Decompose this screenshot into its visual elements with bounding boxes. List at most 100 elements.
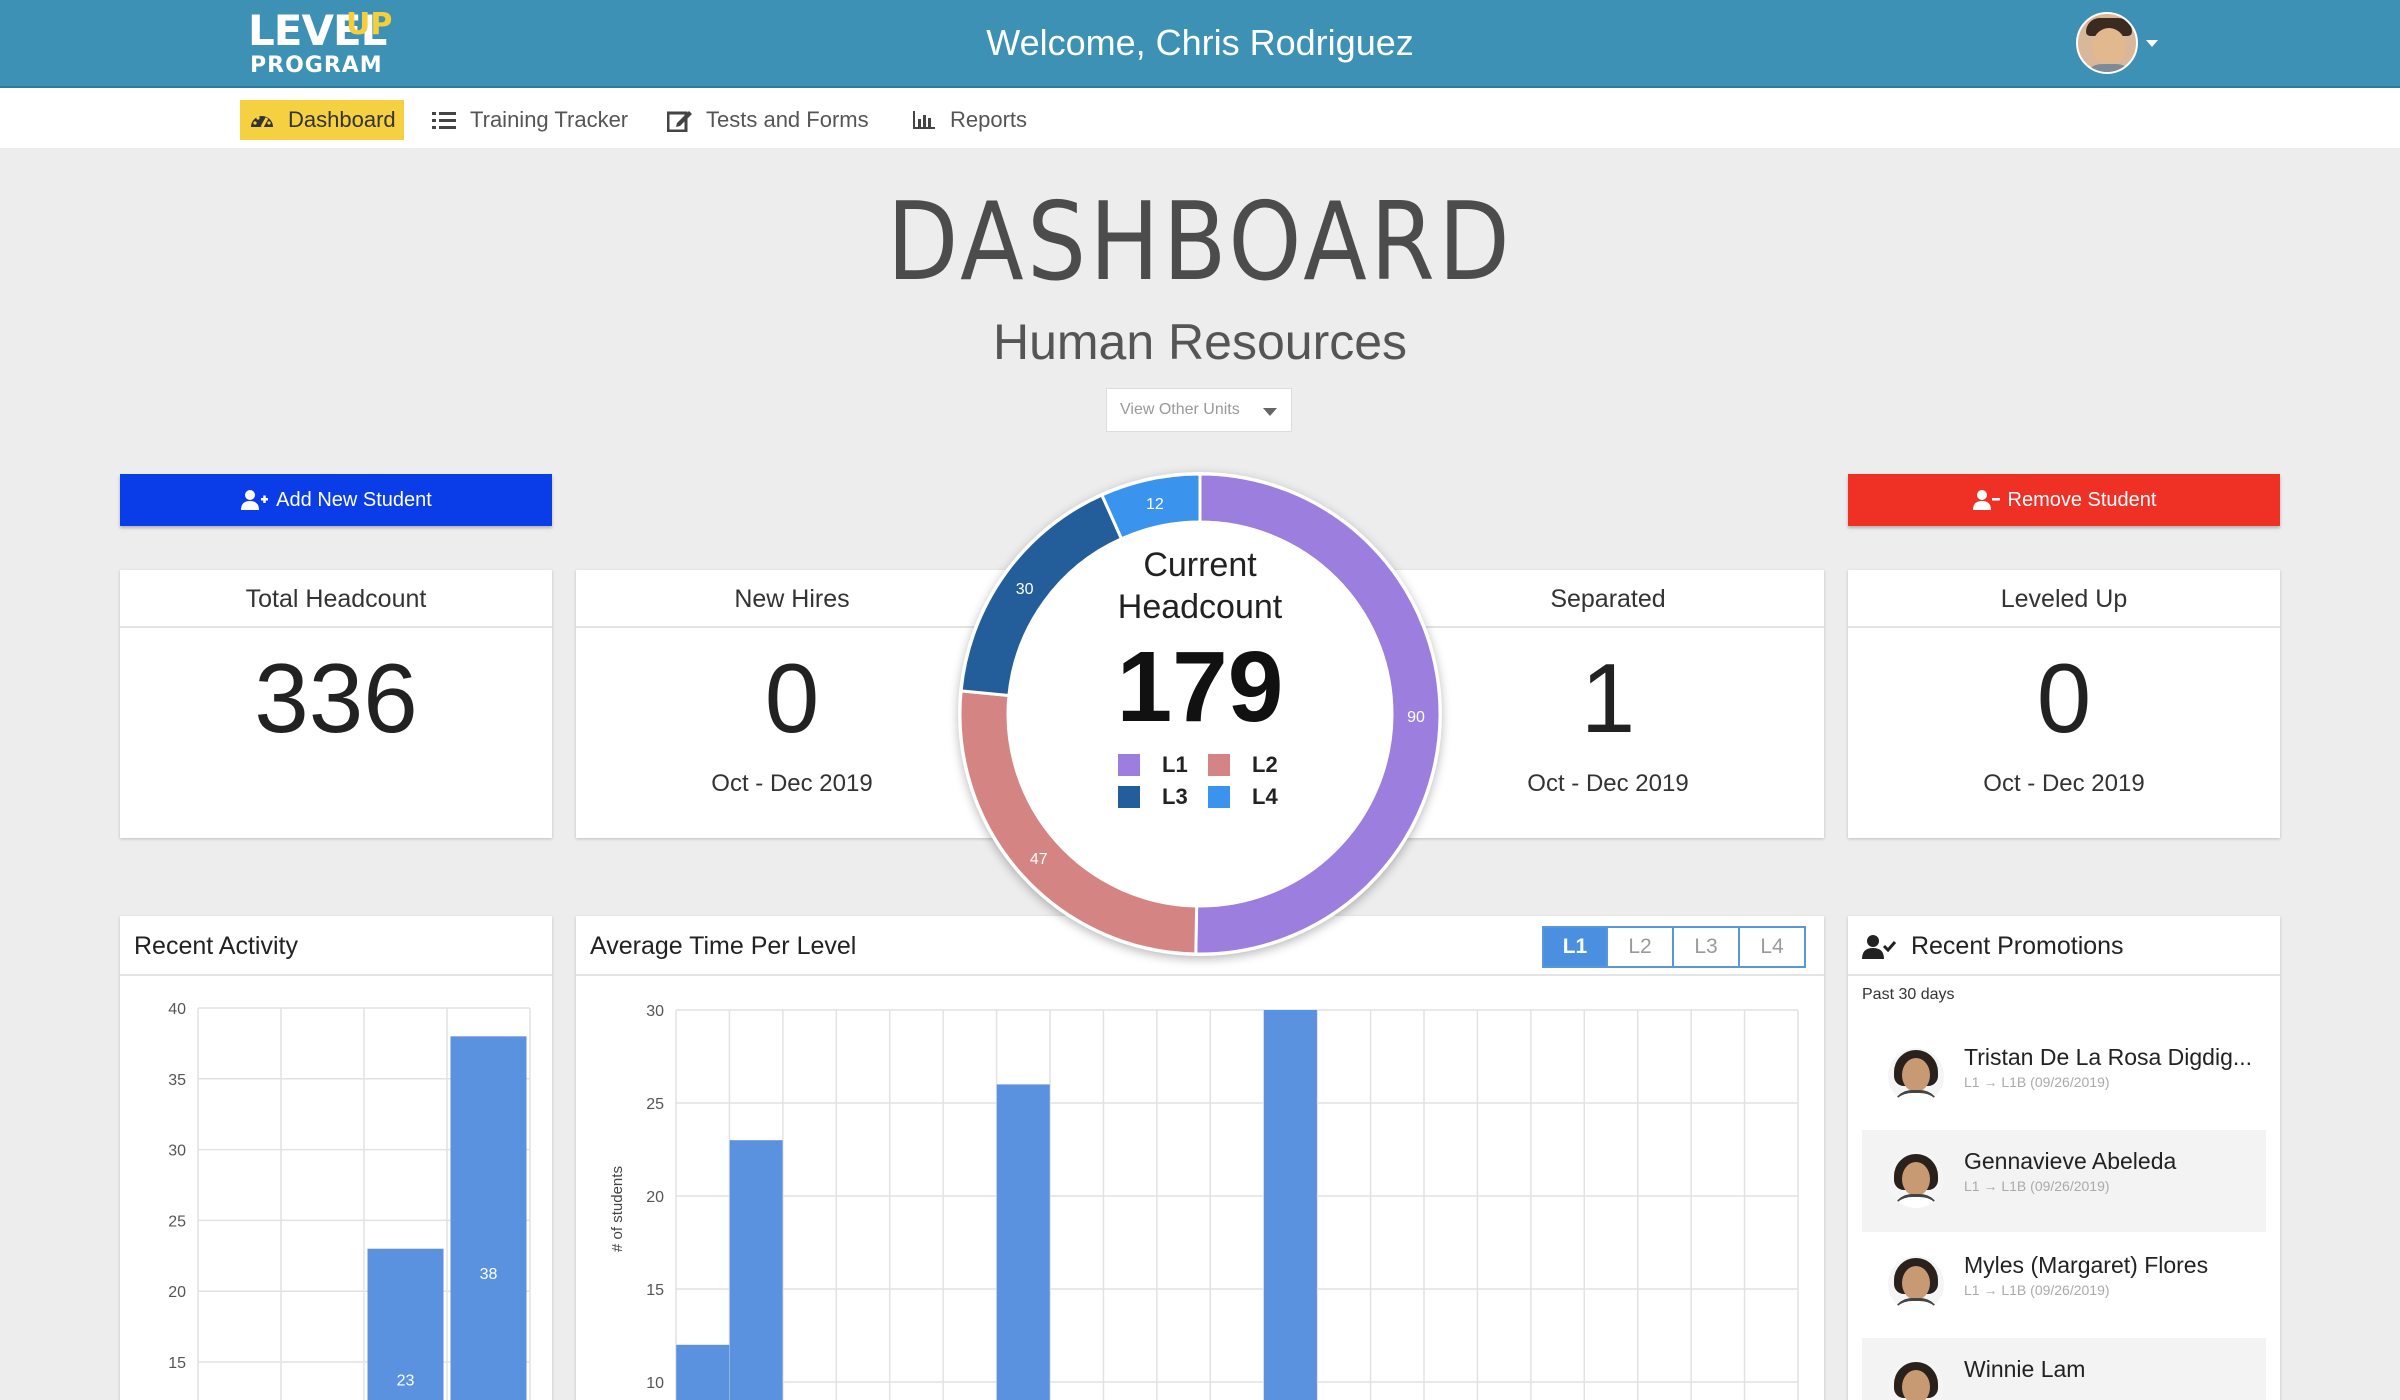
donut-slice-label: 47 bbox=[1030, 851, 1048, 868]
promotion-transition: L1 → L1B (09/26/2019) bbox=[1964, 1178, 2110, 1194]
card-period: Oct - Dec 2019 bbox=[711, 770, 873, 797]
nav-item-label: Tests and Forms bbox=[706, 107, 869, 132]
level-tabs: L1 L2 L3 L4 bbox=[1542, 926, 1806, 968]
tab-l1[interactable]: L1 bbox=[1542, 926, 1608, 968]
avg-time-chart: 10 15 20 25 30 # of students bbox=[609, 1003, 1799, 1400]
separated-card: Separated 1 Oct - Dec 2019 bbox=[1392, 570, 1824, 838]
card-value: 0 bbox=[2036, 643, 2092, 753]
chevron-down-icon[interactable] bbox=[2146, 40, 2158, 47]
bar[interactable] bbox=[450, 1036, 527, 1400]
dashboard-gauge-icon bbox=[248, 109, 276, 131]
legend-swatch-l1 bbox=[1118, 754, 1140, 776]
card-value: 1 bbox=[1580, 643, 1636, 753]
avatar bbox=[1888, 1048, 1944, 1104]
nav-item-tests-and-forms[interactable]: Tests and Forms bbox=[666, 100, 869, 140]
bar-data-label: 23 bbox=[397, 1372, 415, 1389]
y-tick-label: 15 bbox=[168, 1355, 186, 1372]
nav-item-label: Reports bbox=[950, 107, 1028, 132]
promotion-item[interactable]: Gennavieve Abeleda L1 → L1B (09/26/2019) bbox=[1862, 1130, 2266, 1232]
leveled-up-card: Leveled Up 0 Oct - Dec 2019 bbox=[1848, 570, 2280, 838]
nav-item-dashboard[interactable]: Dashboard bbox=[240, 100, 404, 140]
bar[interactable] bbox=[1263, 1010, 1317, 1400]
card-title: New Hires bbox=[576, 570, 1008, 628]
promotion-name: Winnie Lam bbox=[1964, 1356, 2086, 1382]
panel-title: Average Time Per Level bbox=[590, 932, 857, 960]
tab-l3[interactable]: L3 bbox=[1674, 926, 1740, 968]
remove-student-label: Remove Student bbox=[2007, 488, 2157, 511]
card-value: 336 bbox=[254, 643, 418, 753]
total-headcount-card: Total Headcount 336 bbox=[120, 570, 552, 838]
y-tick-label: 20 bbox=[646, 1189, 664, 1206]
avg-time-panel: Average Time Per Level L1 L2 L3 L4 10 15 2… bbox=[576, 916, 1824, 1400]
legend-label: L1 bbox=[1162, 752, 1188, 777]
main-nav: Dashboard Training Tracker Tests and For… bbox=[0, 86, 2400, 148]
y-tick-label: 30 bbox=[168, 1143, 186, 1160]
panel-title: Recent Promotions bbox=[1910, 932, 2124, 960]
legend-swatch-l3 bbox=[1118, 786, 1140, 808]
page-title: DASHBOARD bbox=[886, 180, 1514, 305]
card-period: Oct - Dec 2019 bbox=[1527, 770, 1689, 797]
add-student-label: Add New Student bbox=[276, 488, 432, 511]
y-tick-label: 30 bbox=[646, 1003, 664, 1020]
welcome-message: Welcome, Chris Rodriguez bbox=[986, 22, 1414, 63]
bar[interactable] bbox=[996, 1084, 1050, 1400]
recent-promotions-panel: Recent Promotions Past 30 days Tristan D… bbox=[1848, 916, 2280, 1400]
donut-slice-label: 12 bbox=[1146, 496, 1164, 513]
y-tick-label: 40 bbox=[168, 1001, 186, 1018]
y-tick-label: 35 bbox=[168, 1072, 186, 1089]
user-plus-icon bbox=[240, 489, 269, 511]
donut-label: Current Headcount bbox=[958, 544, 1442, 628]
donut-label-line1: Current bbox=[1143, 546, 1257, 584]
y-tick-label: 10 bbox=[646, 1375, 664, 1392]
legend-item-l1: L1 bbox=[1118, 752, 1208, 778]
promotion-item[interactable]: Winnie Lam bbox=[1862, 1338, 2266, 1400]
y-tick-label: 15 bbox=[646, 1282, 664, 1299]
promotion-item[interactable]: Tristan De La Rosa Digdig... L1 → L1B (0… bbox=[1862, 1026, 2266, 1128]
legend-label: L4 bbox=[1252, 784, 1278, 809]
donut-label-line2: Headcount bbox=[1117, 588, 1283, 626]
card-value: 0 bbox=[764, 643, 820, 753]
legend-label: L2 bbox=[1252, 752, 1278, 777]
remove-student-button[interactable]: Remove Student bbox=[1848, 474, 2280, 526]
panel-header: Recent Promotions bbox=[1848, 916, 2280, 976]
legend-label: L3 bbox=[1162, 784, 1188, 809]
legend-swatch-l2 bbox=[1208, 754, 1230, 776]
current-headcount-donut: 90 47 30 12 Current Headcount 179 L1 L2 L3 … bbox=[958, 472, 1442, 956]
legend-swatch-l4 bbox=[1208, 786, 1230, 808]
nav-item-training-tracker[interactable]: Training Tracker bbox=[430, 100, 628, 140]
user-check-icon bbox=[1862, 934, 1896, 960]
user-avatar[interactable] bbox=[2076, 12, 2138, 74]
add-student-button[interactable]: Add New Student bbox=[120, 474, 552, 526]
card-period: Oct - Dec 2019 bbox=[1983, 770, 2145, 797]
user-minus-icon bbox=[1972, 489, 2000, 511]
donut-total: 179 bbox=[1116, 631, 1284, 743]
promotion-name: Myles (Margaret) Flores bbox=[1964, 1252, 2209, 1278]
bar[interactable] bbox=[676, 1344, 730, 1400]
promotions-subtitle: Past 30 days bbox=[1862, 986, 1955, 1003]
card-title: Leveled Up bbox=[1848, 570, 2280, 628]
panel-title: Recent Activity bbox=[120, 916, 552, 976]
legend-item-l3: L3 bbox=[1118, 784, 1208, 810]
page-subtitle: Human Resources bbox=[992, 314, 1408, 370]
nav-item-label: Dashboard bbox=[288, 107, 396, 132]
promotion-item[interactable]: Myles (Margaret) Flores L1 → L1B (09/26/… bbox=[1862, 1234, 2266, 1336]
promotion-transition: L1 → L1B (09/26/2019) bbox=[1964, 1282, 2110, 1298]
y-tick-label: 20 bbox=[168, 1284, 186, 1301]
legend-item-l4: L4 bbox=[1208, 784, 1298, 810]
y-tick-label: 25 bbox=[646, 1096, 664, 1113]
card-title: Total Headcount bbox=[120, 570, 552, 628]
avatar bbox=[1888, 1152, 1944, 1208]
y-axis-label: # of students bbox=[609, 1166, 626, 1252]
list-icon bbox=[430, 109, 458, 131]
recent-activity-chart: 15 20 25 30 35 40 23 38 bbox=[168, 1001, 531, 1400]
promotion-transition: L1 → L1B (09/26/2019) bbox=[1964, 1074, 2110, 1090]
nav-item-reports[interactable]: Reports bbox=[910, 100, 1027, 140]
y-tick-label: 25 bbox=[168, 1213, 186, 1230]
bar[interactable] bbox=[729, 1140, 783, 1400]
new-hires-card: New Hires 0 Oct - Dec 2019 bbox=[576, 570, 1008, 838]
tab-l2[interactable]: L2 bbox=[1608, 926, 1674, 968]
unit-select-dropdown[interactable]: View Other Units bbox=[1106, 388, 1292, 432]
legend-item-l2: L2 bbox=[1208, 752, 1298, 778]
tab-l4[interactable]: L4 bbox=[1740, 926, 1806, 968]
recent-activity-panel: Recent Activity 15 20 25 30 35 40 23 38 bbox=[120, 916, 552, 1400]
